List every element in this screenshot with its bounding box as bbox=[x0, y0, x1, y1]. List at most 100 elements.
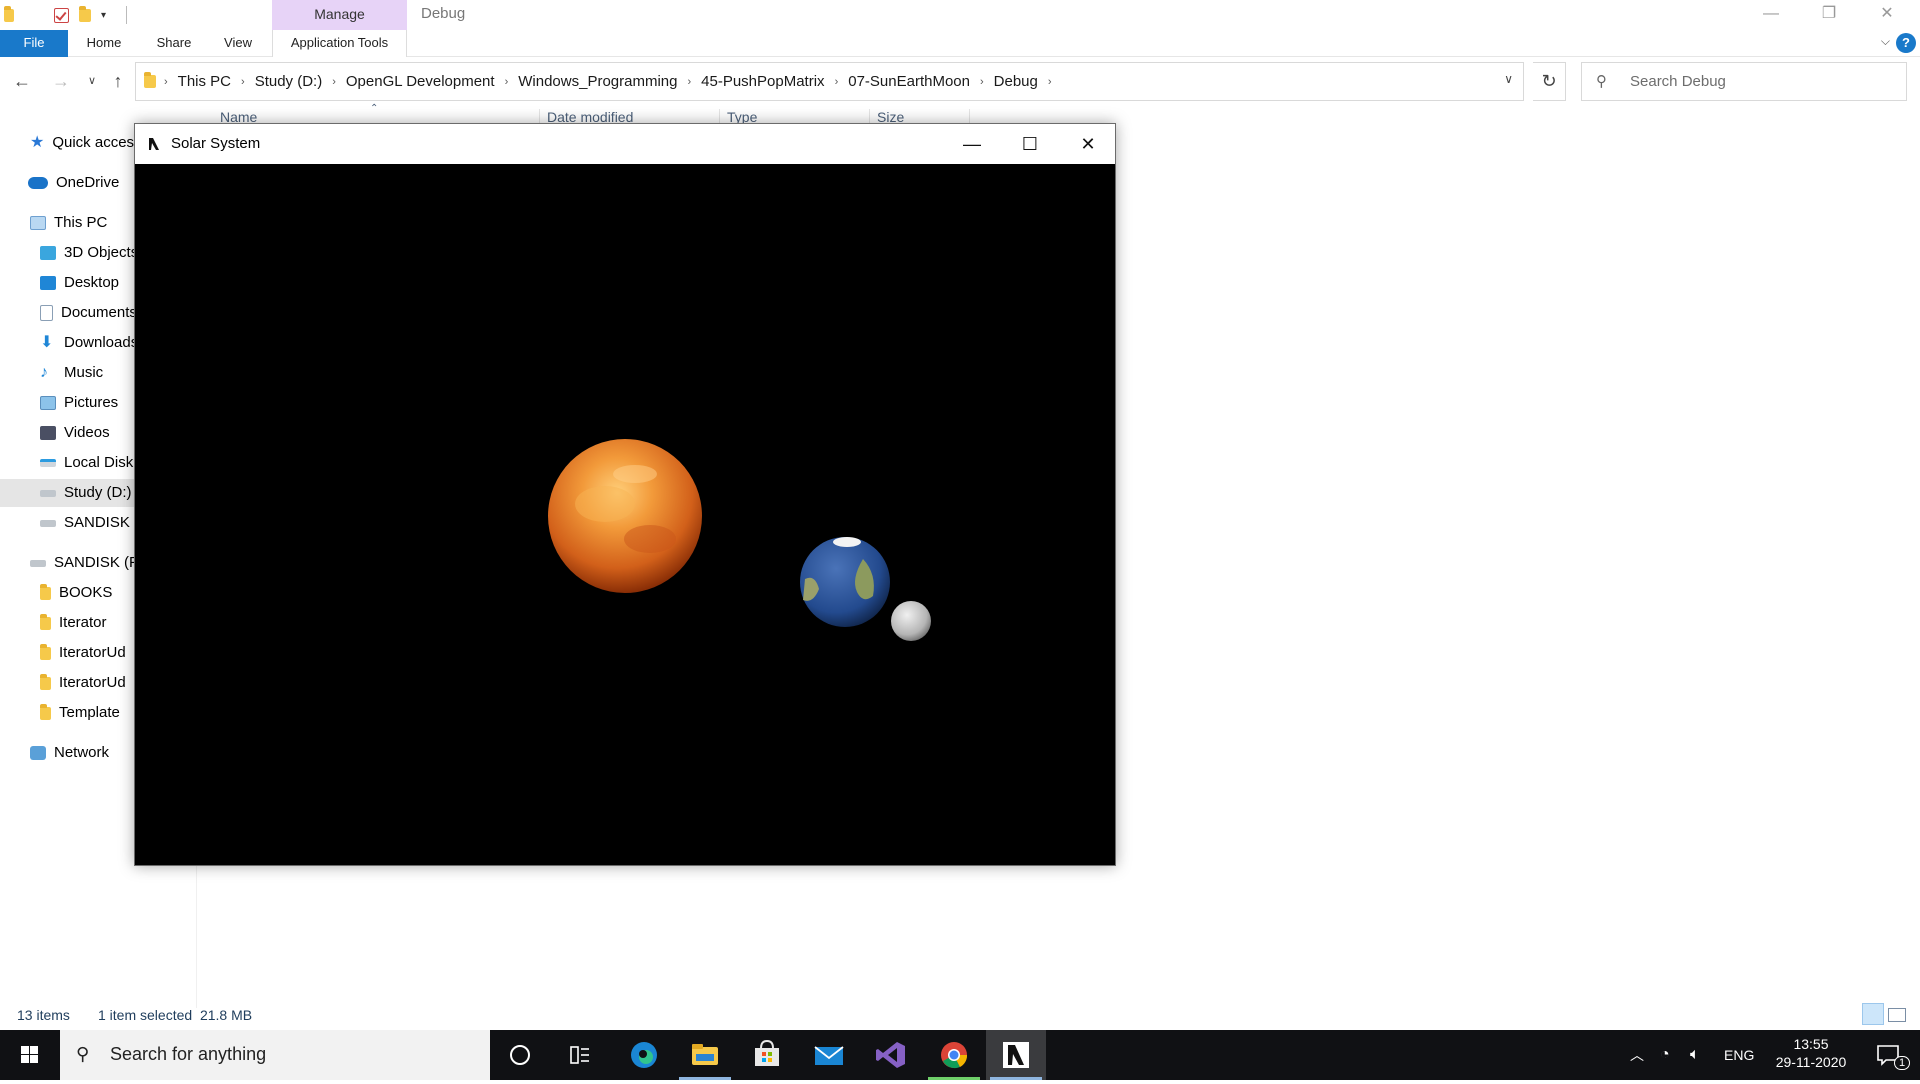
restore-button[interactable]: ❐ bbox=[1800, 0, 1858, 30]
close-button[interactable]: ✕ bbox=[1858, 0, 1916, 30]
recent-locations-icon[interactable]: ∨ bbox=[80, 69, 104, 93]
status-bar: 13 items 1 item selected 21.8 MB bbox=[0, 1003, 1920, 1030]
gl-window-titlebar[interactable]: Solar System — ☐ ✕ bbox=[135, 124, 1115, 164]
ribbon-tabs: File Home Share View Application Tools ⌵… bbox=[0, 30, 1920, 57]
back-button[interactable]: ← bbox=[10, 69, 34, 93]
sidebar-item-this-pc[interactable]: This PC bbox=[30, 209, 107, 237]
sidebar-item-study-drive[interactable]: Study (D:) bbox=[0, 479, 134, 507]
breadcrumb-separator[interactable]: › bbox=[980, 76, 984, 88]
expand-ribbon-icon[interactable]: ⌵ bbox=[1881, 34, 1890, 49]
sidebar-item-label: Study (D:) bbox=[64, 484, 132, 501]
breadcrumb-windows-programming[interactable]: Windows_Programming bbox=[518, 73, 677, 90]
address-bar[interactable]: › This PC › Study (D:) › OpenGL Developm… bbox=[135, 62, 1524, 101]
sidebar-item-downloads[interactable]: ⬇ Downloads bbox=[40, 329, 138, 357]
breadcrumb-debug[interactable]: Debug bbox=[994, 73, 1038, 90]
tab-file[interactable]: File bbox=[0, 30, 68, 57]
sidebar-item-quick-access[interactable]: ★ Quick access bbox=[30, 129, 142, 157]
sidebar-item-music[interactable]: ♪ Music bbox=[40, 359, 103, 387]
app-icon bbox=[149, 138, 159, 150]
task-view-button[interactable] bbox=[550, 1030, 610, 1080]
file-explorer-button[interactable] bbox=[675, 1030, 735, 1080]
breadcrumb-separator[interactable]: › bbox=[332, 76, 336, 88]
new-folder-icon[interactable] bbox=[79, 5, 91, 22]
tab-application-tools[interactable]: Application Tools bbox=[272, 30, 407, 57]
sidebar-item-sandisk-f[interactable]: SANDISK (F: bbox=[30, 549, 142, 577]
edge-button[interactable] bbox=[614, 1030, 674, 1080]
network-icon[interactable]: ◔ bbox=[1660, 1030, 1684, 1080]
action-center-button[interactable]: 1 bbox=[1866, 1030, 1911, 1080]
breadcrumb-separator[interactable]: › bbox=[241, 76, 245, 88]
sidebar-item-pictures[interactable]: Pictures bbox=[40, 389, 118, 417]
opengl-app-button[interactable] bbox=[986, 1030, 1046, 1080]
clock[interactable]: 13:55 29-11-2020 bbox=[1763, 1030, 1859, 1080]
sidebar-item-label: Iterator bbox=[59, 614, 107, 631]
solar-system-window[interactable]: Solar System — ☐ ✕ bbox=[134, 123, 1116, 866]
chrome-button[interactable] bbox=[924, 1030, 984, 1080]
star-icon: ★ bbox=[30, 134, 45, 151]
mail-button[interactable] bbox=[799, 1030, 859, 1080]
search-input[interactable]: ⚲ Search Debug bbox=[1581, 62, 1907, 101]
details-view-button[interactable] bbox=[1862, 1003, 1884, 1025]
tab-home[interactable]: Home bbox=[80, 30, 128, 57]
address-dropdown-icon[interactable]: ∨ bbox=[1504, 72, 1513, 86]
properties-icon[interactable] bbox=[54, 7, 69, 23]
tab-view[interactable]: View bbox=[216, 30, 260, 57]
sidebar-item-documents[interactable]: Documents bbox=[40, 299, 137, 327]
show-hidden-icons-button[interactable]: ︿ bbox=[1630, 1030, 1654, 1080]
gl-close-button[interactable]: ✕ bbox=[1059, 124, 1117, 164]
gl-maximize-button[interactable]: ☐ bbox=[1001, 124, 1059, 164]
breadcrumb-separator[interactable]: › bbox=[1048, 76, 1052, 88]
sidebar-item-desktop[interactable]: Desktop bbox=[40, 269, 119, 297]
earth bbox=[800, 537, 890, 627]
breadcrumb-opengl-development[interactable]: OpenGL Development bbox=[346, 73, 495, 90]
up-button[interactable]: ↑ bbox=[106, 69, 130, 93]
refresh-button[interactable]: ↻ bbox=[1533, 62, 1566, 101]
help-icon[interactable]: ? bbox=[1896, 33, 1916, 53]
taskbar-search-input[interactable]: ⚲ Search for anything bbox=[60, 1030, 490, 1080]
sort-arrow-icon: ⌃ bbox=[370, 103, 379, 114]
sidebar-item-iteratorud-2[interactable]: IteratorUd bbox=[40, 669, 126, 697]
breadcrumb-study-drive[interactable]: Study (D:) bbox=[255, 73, 323, 90]
sidebar-item-label: Music bbox=[64, 364, 104, 381]
sidebar-item-sandisk[interactable]: SANDISK ( bbox=[40, 509, 139, 537]
breadcrumb-this-pc[interactable]: This PC bbox=[178, 73, 231, 90]
visual-studio-button[interactable] bbox=[861, 1030, 921, 1080]
sidebar-item-iterator[interactable]: Iterator bbox=[40, 609, 107, 637]
cortana-button[interactable] bbox=[490, 1030, 550, 1080]
large-icons-view-button[interactable] bbox=[1888, 1008, 1906, 1022]
visual-studio-icon bbox=[876, 1042, 905, 1068]
breadcrumb-sunearthmoon[interactable]: 07-SunEarthMoon bbox=[848, 73, 970, 90]
language-indicator[interactable]: ENG bbox=[1724, 1030, 1760, 1080]
folder-icon bbox=[40, 613, 51, 630]
breadcrumb-separator[interactable]: › bbox=[505, 76, 509, 88]
pictures-icon bbox=[40, 396, 56, 410]
sidebar-item-label: Network bbox=[54, 744, 110, 761]
sidebar-item-network[interactable]: Network bbox=[30, 739, 109, 767]
breadcrumb-pushpopmatrix[interactable]: 45-PushPopMatrix bbox=[701, 73, 824, 90]
tab-share[interactable]: Share bbox=[150, 30, 198, 57]
breadcrumb-separator[interactable]: › bbox=[164, 76, 168, 88]
minimize-button[interactable]: — bbox=[1742, 0, 1800, 30]
sidebar-item-onedrive[interactable]: OneDrive bbox=[28, 169, 119, 197]
sidebar-item-label: This PC bbox=[54, 214, 108, 231]
gl-render-canvas[interactable] bbox=[135, 164, 1115, 865]
store-button[interactable] bbox=[737, 1030, 797, 1080]
sidebar-item-3d-objects[interactable]: 3D Objects bbox=[40, 239, 138, 267]
start-button[interactable] bbox=[0, 1030, 60, 1080]
volume-icon[interactable]: 🔈︎ bbox=[1690, 1030, 1714, 1080]
sidebar-item-books[interactable]: BOOKS bbox=[40, 579, 112, 607]
notification-count: 1 bbox=[1894, 1056, 1911, 1070]
notification-icon bbox=[1877, 1045, 1899, 1066]
manage-context-tab[interactable]: Manage bbox=[272, 0, 407, 30]
sidebar-item-iteratorud[interactable]: IteratorUd bbox=[40, 639, 126, 667]
drive-icon bbox=[40, 489, 56, 497]
scene bbox=[548, 439, 931, 641]
sidebar-item-template[interactable]: Template bbox=[40, 699, 120, 727]
sidebar-item-videos[interactable]: Videos bbox=[40, 419, 110, 447]
breadcrumb-separator[interactable]: › bbox=[835, 76, 839, 88]
breadcrumb-separator[interactable]: › bbox=[687, 76, 691, 88]
gl-minimize-button[interactable]: — bbox=[943, 124, 1001, 164]
customize-toolbar-icon[interactable]: ▾ bbox=[101, 10, 106, 21]
forward-button[interactable]: → bbox=[49, 69, 73, 93]
sidebar-item-local-disk[interactable]: Local Disk bbox=[40, 449, 133, 477]
